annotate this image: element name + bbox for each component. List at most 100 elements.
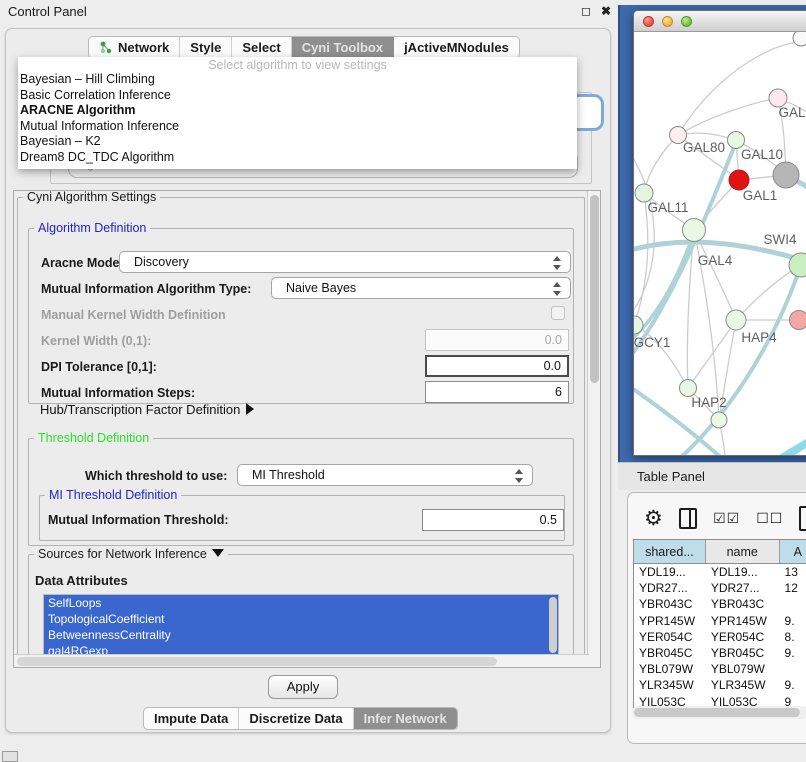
table-row[interactable]: YDL19...YDL19...13: [634, 564, 806, 580]
hub-definition-toggle[interactable]: Hub/Transcription Factor Definition: [40, 402, 254, 417]
network-edge[interactable]: [742, 422, 806, 456]
attribute-list-item[interactable]: BetweennessCentrality: [44, 627, 558, 643]
combo-spinner-icon: [515, 469, 523, 483]
sources-title[interactable]: Sources for Network Inference: [34, 547, 228, 561]
network-edge[interactable]: [688, 320, 736, 388]
cyni-algorithm-settings-title: Cyni Algorithm Settings: [23, 190, 160, 204]
network-node[interactable]: [711, 412, 727, 428]
network-node-label: GAL80: [683, 140, 725, 155]
network-node-label: GAL: [778, 105, 806, 120]
mi-threshold-field[interactable]: 0.5: [422, 509, 564, 531]
control-panel-titlebar: Control Panel ◻ ✖: [0, 0, 616, 22]
control-panel-tabs: Network Style Select Cyni Toolbox jActiv…: [88, 36, 520, 59]
mi-steps-field[interactable]: 6: [425, 381, 569, 403]
network-node[interactable]: [728, 132, 745, 149]
network-canvas[interactable]: GALGAL80GAL10GAL1GAL11GAL4SWI4HAP4YGCY1H…: [634, 32, 806, 456]
dropdown-item[interactable]: Mutual Information Inference: [18, 119, 577, 135]
dropdown-item[interactable]: Dream8 DC_TDC Algorithm: [18, 150, 577, 166]
algorithm-definition-group: Algorithm Definition Aracne Mode: Discov…: [28, 228, 574, 404]
minimize-traffic-icon[interactable]: [662, 16, 673, 27]
network-node[interactable]: [726, 310, 746, 330]
tab-select[interactable]: Select: [232, 37, 291, 58]
table-cell: 9.: [780, 677, 806, 693]
cyni-bottom-tabs: Impute Data Discretize Data Infer Networ…: [143, 707, 458, 730]
mi-threshold-title: MI Threshold Definition: [45, 488, 181, 502]
network-edge[interactable]: [634, 150, 654, 318]
control-panel-title: Control Panel: [0, 4, 576, 19]
aracne-mode-combo[interactable]: Discovery: [119, 251, 571, 273]
node-attribute-table[interactable]: shared... name A YDL19...YDL19...13YDR27…: [633, 539, 806, 713]
table-cell: YBL079W: [634, 661, 706, 677]
network-node[interactable]: [729, 170, 749, 190]
table-row[interactable]: YER054CYER054C8.: [634, 629, 806, 645]
table-cell: YLR345W: [706, 677, 780, 693]
kernel-width-label: Kernel Width (0,1):: [41, 334, 151, 348]
clear-all-checks-icon[interactable]: ☐☐: [756, 510, 783, 527]
tab-discretize-data[interactable]: Discretize Data: [239, 708, 353, 729]
data-attributes-label: Data Attributes: [35, 573, 128, 588]
close-traffic-icon[interactable]: [643, 16, 654, 27]
column-header-shared[interactable]: shared...: [634, 540, 706, 563]
list-scrollbar[interactable]: [549, 597, 557, 653]
network-edge[interactable]: [678, 42, 804, 135]
table-cell: 8.: [780, 629, 806, 645]
table-cell: YER054C: [634, 629, 706, 645]
zoom-traffic-icon[interactable]: [681, 16, 692, 27]
attribute-list-item[interactable]: TopologicalCoefficient: [44, 611, 558, 627]
network-edge[interactable]: [678, 98, 778, 135]
table-horizontal-scrollbar[interactable]: [632, 706, 806, 719]
gear-icon[interactable]: ⚙: [644, 508, 663, 529]
table-row[interactable]: YBL079WYBL079W: [634, 661, 806, 677]
tab-jactivemnodules[interactable]: jActiveMNodules: [394, 37, 519, 58]
tab-cyni-toolbox[interactable]: Cyni Toolbox: [292, 37, 394, 58]
attribute-list-item[interactable]: SelfLoops: [44, 595, 558, 611]
tab-infer-network[interactable]: Infer Network: [354, 708, 457, 729]
manual-kernel-checkbox[interactable]: [551, 306, 565, 320]
table-cell: YDR27...: [706, 580, 780, 596]
table-toolbar: ⚙ ☑☑ ☐☐: [628, 501, 806, 535]
table-row[interactable]: YDR27...YDR27...12: [634, 580, 806, 596]
columns-icon[interactable]: [679, 508, 697, 529]
column-header-name[interactable]: name: [706, 540, 780, 563]
dropdown-item[interactable]: Bayesian – Hill Climbing: [18, 72, 577, 88]
table-row[interactable]: YLR345WYLR345W9.: [634, 677, 806, 693]
minimized-panel-chip[interactable]: [2, 751, 18, 762]
dropdown-item[interactable]: Basic Correlation Inference: [18, 88, 577, 104]
network-node[interactable]: [790, 311, 806, 330]
network-node[interactable]: [793, 32, 806, 46]
tab-style[interactable]: Style: [180, 37, 232, 58]
select-all-checks-icon[interactable]: ☑☑: [713, 510, 740, 527]
column-header-partial[interactable]: A: [780, 540, 806, 563]
dpi-tolerance-field[interactable]: 0.0: [425, 355, 569, 377]
cyni-algorithm-settings-group: Cyni Algorithm Settings Algorithm Defini…: [17, 197, 585, 668]
apply-button[interactable]: Apply: [268, 675, 338, 699]
vertical-scrollbar[interactable]: [587, 191, 600, 668]
dropdown-item[interactable]: ARACNE Algorithm: [18, 103, 577, 119]
float-window-icon[interactable]: ◻: [576, 4, 596, 18]
collapse-down-icon: [212, 549, 224, 557]
network-node-label: HAP4: [741, 330, 777, 345]
network-node[interactable]: [683, 219, 706, 242]
mi-type-label: Mutual Information Algorithm Type:: [41, 282, 251, 296]
network-edge[interactable]: [644, 135, 678, 193]
export-table-icon[interactable]: [799, 506, 806, 531]
mi-type-combo[interactable]: Naive Bayes: [271, 277, 571, 299]
close-icon[interactable]: ✖: [596, 4, 616, 18]
dropdown-item[interactable]: Bayesian – K2: [18, 134, 577, 150]
table-cell: YER054C: [706, 629, 780, 645]
which-threshold-combo[interactable]: MI Threshold: [237, 464, 533, 486]
tab-network[interactable]: Network: [89, 37, 180, 58]
network-view-window[interactable]: GALGAL80GAL10GAL1GAL11GAL4SWI4HAP4YGCY1H…: [633, 10, 806, 456]
mi-threshold-group: MI Threshold Definition Mutual Informati…: [39, 495, 565, 541]
table-row[interactable]: YBR043CYBR043C: [634, 596, 806, 612]
network-node-label: SWI4: [763, 232, 796, 247]
table-row[interactable]: YPR145WYPR145W9.: [634, 613, 806, 629]
table-row[interactable]: YBR045CYBR045C9.: [634, 645, 806, 661]
kernel-width-field[interactable]: 0.0: [425, 329, 569, 351]
aracne-mode-label: Aracne Mode:: [41, 256, 124, 270]
tab-impute-data[interactable]: Impute Data: [144, 708, 239, 729]
horizontal-scrollbar[interactable]: [14, 654, 589, 667]
network-node[interactable]: [680, 380, 697, 397]
network-node-label: GAL4: [698, 253, 733, 268]
network-node[interactable]: [773, 162, 799, 188]
